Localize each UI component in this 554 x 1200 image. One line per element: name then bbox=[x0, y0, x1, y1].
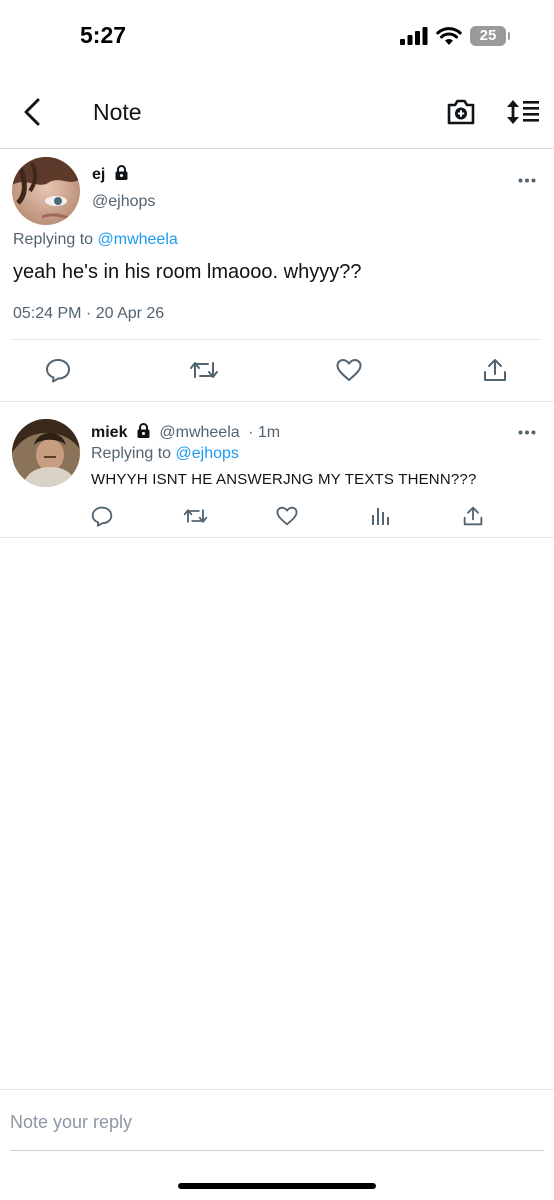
reply-icon bbox=[46, 359, 70, 383]
share-icon bbox=[484, 359, 506, 381]
repost-icon bbox=[183, 509, 207, 523]
share-icon bbox=[463, 506, 483, 526]
more-options-button[interactable] bbox=[515, 174, 539, 186]
lock-icon bbox=[137, 423, 150, 438]
replying-prefix: Replying to bbox=[13, 231, 94, 248]
share-button[interactable] bbox=[477, 352, 513, 388]
replying-to: Replying to @ejhops bbox=[91, 445, 239, 463]
post-age: · 1m bbox=[248, 424, 281, 441]
divider bbox=[0, 1089, 554, 1090]
author-handle[interactable]: @ejhops bbox=[92, 193, 155, 211]
repost-button[interactable] bbox=[186, 352, 222, 388]
lock-icon bbox=[115, 165, 128, 180]
cellular-signal-icon bbox=[400, 27, 428, 45]
replying-prefix: Replying to bbox=[91, 445, 172, 462]
views-icon bbox=[372, 508, 389, 525]
camera-plus-icon bbox=[447, 99, 475, 125]
views-button[interactable] bbox=[362, 498, 398, 534]
repost-icon bbox=[190, 362, 218, 378]
page-title: Note bbox=[93, 99, 142, 125]
divider bbox=[0, 401, 554, 402]
avatar[interactable] bbox=[12, 157, 80, 225]
mention-link[interactable]: @ejhops bbox=[176, 445, 239, 462]
like-icon bbox=[336, 359, 362, 381]
status-time: 5:27 bbox=[80, 22, 127, 48]
profile-photo bbox=[12, 419, 80, 487]
divider bbox=[0, 537, 554, 538]
author-name[interactable]: miek bbox=[91, 424, 127, 441]
reply-button[interactable] bbox=[84, 498, 120, 534]
like-icon bbox=[276, 506, 298, 526]
home-indicator[interactable] bbox=[178, 1183, 376, 1189]
like-button[interactable] bbox=[269, 498, 305, 534]
reply-input[interactable] bbox=[10, 1106, 540, 1138]
more-options-button[interactable] bbox=[515, 426, 539, 438]
author-name[interactable]: ej bbox=[92, 165, 129, 184]
author-name-text: ej bbox=[92, 166, 106, 183]
reply-icon bbox=[91, 506, 113, 527]
author-handle[interactable]: @mwheela bbox=[159, 424, 239, 441]
sort-lines-icon bbox=[507, 100, 539, 124]
back-button[interactable] bbox=[14, 94, 50, 130]
divider bbox=[12, 339, 540, 340]
note-text: yeah he's in his room lmaooo. whyyy?? bbox=[13, 261, 362, 283]
chevron-left-icon bbox=[24, 98, 40, 126]
more-dots-icon bbox=[518, 430, 536, 434]
profile-photo bbox=[12, 157, 80, 225]
wifi-icon bbox=[436, 26, 462, 45]
divider bbox=[10, 1150, 544, 1151]
share-button[interactable] bbox=[455, 498, 491, 534]
replying-to: Replying to @mwheela bbox=[13, 231, 178, 249]
note-text: WHYYH ISNT HE ANSWERJNG MY TEXTS THENN??… bbox=[91, 471, 477, 488]
mention-link[interactable]: @mwheela bbox=[98, 231, 178, 248]
more-dots-icon bbox=[518, 178, 536, 182]
camera-button[interactable] bbox=[444, 95, 478, 129]
like-button[interactable] bbox=[331, 352, 367, 388]
avatar[interactable] bbox=[12, 419, 80, 487]
status-icons: 25 bbox=[400, 26, 510, 46]
repost-button[interactable] bbox=[177, 498, 213, 534]
sort-button[interactable] bbox=[504, 95, 542, 129]
battery-indicator: 25 bbox=[470, 26, 510, 46]
reply-author-line: miek @mwheela · 1m bbox=[91, 423, 280, 442]
note-timestamp: 05:24 PM · 20 Apr 26 bbox=[13, 305, 165, 322]
top-app-bar: Note bbox=[0, 80, 554, 149]
reply-button[interactable] bbox=[40, 352, 76, 388]
